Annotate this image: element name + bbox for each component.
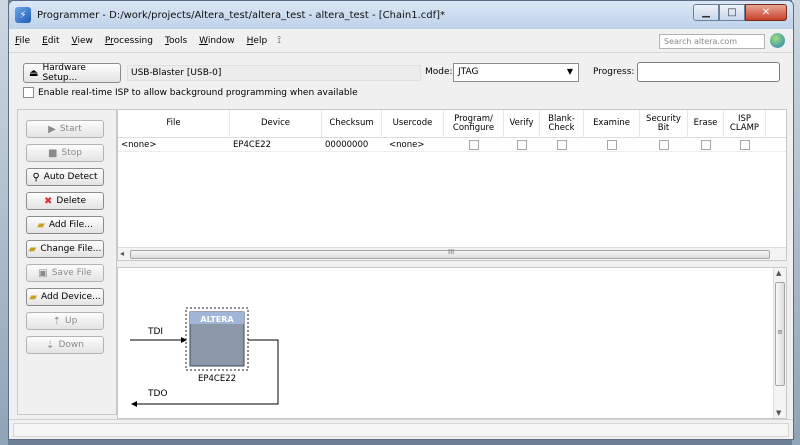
altera-logo: ALTERA	[200, 315, 234, 324]
change-file-icon: ▰	[28, 243, 37, 255]
cell-usercode: <none>	[389, 140, 425, 150]
add-file-button[interactable]: ▰ Add File...	[26, 216, 104, 234]
cell-file: <none>	[121, 140, 157, 150]
erase-checkbox[interactable]	[701, 140, 711, 150]
table-header: File Device Checksum Usercode Program/ C…	[118, 110, 786, 138]
device-table: File Device Checksum Usercode Program/ C…	[117, 109, 787, 261]
delete-button[interactable]: ✖ Delete	[26, 192, 104, 210]
start-icon: ▶	[48, 123, 56, 135]
action-panel: ▶ Start ■ Stop ⚲ Auto Detect ✖ Delete ▰ Add F…	[17, 109, 117, 415]
scroll-down-arrow-icon[interactable]: ▼	[776, 409, 781, 417]
background-left	[0, 0, 8, 445]
hardware-toolbar: ⏏ Hardware Setup... USB-Blaster [USB-0] …	[9, 53, 793, 103]
mode-select[interactable]: JTAG ▼	[453, 63, 579, 82]
header-verify[interactable]: Verify	[504, 110, 540, 138]
stop-button[interactable]: ■ Stop	[26, 144, 104, 162]
header-blank-check[interactable]: Blank- Check	[540, 110, 584, 138]
window-controls: ▁ □ ✕	[693, 4, 787, 21]
scrollbar-grip: III	[448, 248, 455, 256]
jtag-chain-diagram: TDI ALTERA EP4CE22 TDO ▲ ≡ ▼	[117, 267, 787, 419]
blank-check-checkbox[interactable]	[557, 140, 567, 150]
menu-bar: File Edit View Processing Tools Window H…	[9, 29, 793, 53]
globe-icon[interactable]	[770, 33, 785, 48]
start-button[interactable]: ▶ Start	[26, 120, 104, 138]
menu-edit[interactable]: Edit	[36, 36, 65, 46]
down-arrow-icon: ⇣	[46, 339, 55, 351]
menu-window[interactable]: Window	[193, 36, 241, 46]
header-checksum[interactable]: Checksum	[322, 110, 382, 138]
header-device[interactable]: Device	[230, 110, 322, 138]
stop-icon: ■	[48, 147, 58, 159]
hardware-setup-button[interactable]: ⏏ Hardware Setup...	[23, 63, 121, 83]
isp-clamp-checkbox[interactable]	[740, 140, 750, 150]
add-device-button[interactable]: ▰ Add Device...	[26, 288, 104, 306]
chevron-down-icon: ▼	[566, 67, 573, 76]
menu-tools[interactable]: Tools	[159, 36, 193, 46]
programmer-window: ⚡ Programmer - D:/work/projects/Altera_t…	[8, 0, 794, 440]
hardware-icon: ⏏	[29, 67, 39, 79]
folder-icon: ▰	[37, 219, 45, 231]
save-file-button[interactable]: ▣ Save File	[26, 264, 104, 282]
program-configure-checkbox[interactable]	[469, 140, 479, 150]
diagram-scrollbar-grip: ≡	[777, 328, 783, 336]
window-title: Programmer - D:/work/projects/Altera_tes…	[37, 9, 446, 21]
menu-file[interactable]: File	[9, 36, 36, 46]
add-device-icon: ▰	[29, 291, 38, 303]
verify-checkbox[interactable]	[517, 140, 527, 150]
security-bit-checkbox[interactable]	[659, 140, 669, 150]
cell-checksum: 00000000	[325, 140, 369, 150]
scroll-left-arrow-icon[interactable]: ◂	[120, 249, 124, 258]
programmer-app-icon: ⚡	[15, 7, 31, 23]
delete-icon: ✖	[44, 195, 53, 207]
isp-checkbox[interactable]	[23, 87, 34, 98]
minimize-button[interactable]: ▁	[693, 4, 719, 21]
table-row[interactable]: <none> EP4CE22 00000000 <none>	[118, 138, 786, 152]
save-icon: ▣	[38, 267, 48, 279]
change-file-button[interactable]: ▰ Change File...	[26, 240, 104, 258]
mode-label: Mode:	[425, 67, 453, 77]
up-arrow-icon: ⇡	[52, 315, 62, 327]
examine-checkbox[interactable]	[607, 140, 617, 150]
scroll-up-arrow-icon[interactable]: ▲	[776, 269, 781, 277]
whats-this-help-icon[interactable]: ⟟	[277, 35, 281, 46]
tdi-label: TDI	[147, 327, 163, 337]
status-bar	[9, 419, 793, 439]
hardware-value: USB-Blaster [USB-0]	[127, 65, 421, 81]
progress-label: Progress:	[593, 67, 635, 77]
close-button[interactable]: ✕	[745, 4, 787, 21]
header-erase[interactable]: Erase	[688, 110, 724, 138]
header-file[interactable]: File	[118, 110, 230, 138]
progress-bar	[637, 62, 780, 82]
up-button[interactable]: ⇡ Up	[26, 312, 104, 330]
header-isp-clamp[interactable]: ISP CLAMP	[724, 110, 766, 138]
auto-detect-icon: ⚲	[32, 171, 40, 183]
status-field	[13, 423, 789, 437]
isp-option[interactable]: Enable real-time ISP to allow background…	[23, 87, 358, 98]
down-button[interactable]: ⇣ Down	[26, 336, 104, 354]
header-security-bit[interactable]: Security Bit	[640, 110, 688, 138]
chip-label: EP4CE22	[198, 374, 236, 384]
diagram-vertical-scrollbar[interactable]: ▲ ≡ ▼	[773, 268, 786, 418]
main-area: ▶ Start ■ Stop ⚲ Auto Detect ✖ Delete ▰ Add F…	[9, 103, 793, 419]
header-usercode[interactable]: Usercode	[382, 110, 444, 138]
chain-svg: TDI ALTERA EP4CE22 TDO	[130, 307, 279, 407]
header-examine[interactable]: Examine	[584, 110, 640, 138]
table-horizontal-scrollbar[interactable]: ◂ III	[118, 247, 786, 260]
maximize-button[interactable]: □	[719, 4, 745, 21]
title-bar[interactable]: ⚡ Programmer - D:/work/projects/Altera_t…	[9, 1, 793, 29]
cell-device: EP4CE22	[233, 140, 272, 150]
auto-detect-button[interactable]: ⚲ Auto Detect	[26, 168, 104, 186]
menu-processing[interactable]: Processing	[99, 36, 159, 46]
menu-help[interactable]: Help	[241, 36, 274, 46]
search-input[interactable]: Search altera.com	[659, 34, 765, 49]
tdo-label: TDO	[147, 389, 168, 399]
header-program-configure[interactable]: Program/ Configure	[444, 110, 504, 138]
menu-view[interactable]: View	[66, 36, 99, 46]
